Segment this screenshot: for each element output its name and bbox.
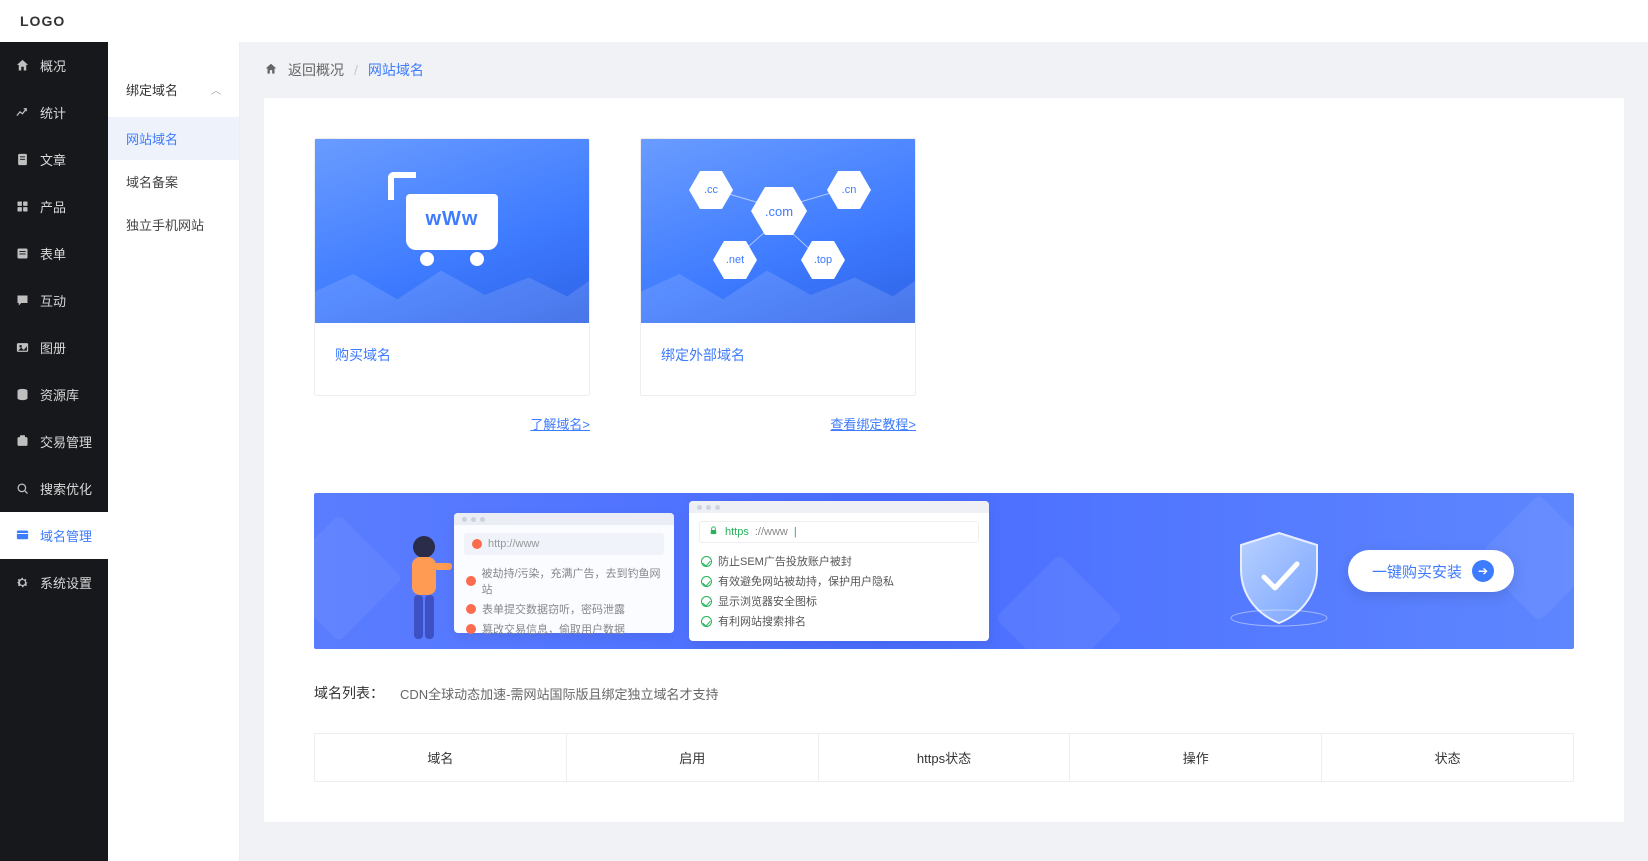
breadcrumb-current: 网站域名	[368, 60, 424, 80]
sidebar-label: 交易管理	[40, 432, 92, 451]
http-url: http://www	[488, 538, 539, 550]
col-https: https状态	[818, 734, 1070, 781]
cart-text: wWw	[406, 208, 498, 231]
sub-item-beian[interactable]: 域名备案	[108, 160, 239, 203]
arrow-right-icon: ➔	[1472, 560, 1494, 582]
sub-sidebar: 绑定域名 ︿ 网站域名 域名备案 独立手机网站	[108, 42, 240, 861]
banner-right-item: 有效避免网站被劫持，保护用户隐私	[718, 573, 894, 589]
sidebar-label: 概况	[40, 56, 66, 75]
sidebar-item-album[interactable]: 图册	[0, 324, 108, 371]
warning-icon	[472, 539, 482, 549]
topbar: LOGO	[0, 0, 1648, 42]
browser-http: http://www 被劫持/污染，充满广告，去到钓鱼网站 表单提交数据窃听，密…	[454, 513, 674, 633]
sidebar-item-form[interactable]: 表单	[0, 230, 108, 277]
https-prefix: https	[725, 526, 749, 538]
sub-item-label: 独立手机网站	[126, 218, 204, 233]
card-bind-domain[interactable]: .cc .com .cn .net .top 绑定外部域名	[640, 138, 916, 396]
col-domain: 域名	[315, 734, 566, 781]
domain-list-title: 域名列表：	[314, 683, 384, 703]
sub-group[interactable]: 绑定域名 ︿	[108, 70, 239, 117]
domain-table: 域名 启用 https状态 操作 状态	[314, 733, 1574, 782]
banner-left-item: 篡改交易信息，偷取用户数据	[482, 621, 625, 637]
link-learn-domain[interactable]: 了解域名>	[530, 417, 590, 432]
domain-list-section: 域名列表： CDN全球动态加速-需网站国际版且绑定独立域名才支持 域名 启用 h…	[314, 683, 1574, 782]
banner-right-item: 显示浏览器安全图标	[718, 593, 817, 609]
card-illustration-tld: .cc .com .cn .net .top	[641, 139, 915, 323]
https-rest: ://www	[755, 526, 788, 538]
sidebar-label: 产品	[40, 197, 66, 216]
home-icon	[14, 58, 30, 74]
sidebar-item-domain[interactable]: 域名管理	[0, 512, 108, 559]
sidebar-item-settings[interactable]: 系统设置	[0, 559, 108, 606]
shield-icon	[1224, 523, 1334, 633]
sidebar-label: 统计	[40, 103, 66, 122]
doc-icon	[14, 152, 30, 168]
card-illustration-cart: wWw	[315, 139, 589, 323]
form-icon	[14, 246, 30, 262]
sidebar-label: 搜索优化	[40, 479, 92, 498]
grid-icon	[14, 199, 30, 215]
breadcrumb-sep: /	[354, 62, 358, 78]
sidebar-item-interact[interactable]: 互动	[0, 277, 108, 324]
sidebar-item-stats[interactable]: 统计	[0, 89, 108, 136]
person-illustration	[394, 529, 454, 649]
trade-icon	[14, 434, 30, 450]
sub-item-mobile[interactable]: 独立手机网站	[108, 203, 239, 246]
banner-right-item: 防止SEM广告投放账户被封	[718, 553, 852, 569]
sidebar-label: 系统设置	[40, 573, 92, 592]
main: 返回概况 / 网站域名 wWw	[240, 42, 1648, 861]
cards-row: wWw 购买域名 了解域名>	[314, 138, 1574, 433]
sub-group-label: 绑定域名	[126, 80, 178, 99]
sub-item-label: 网站域名	[126, 132, 178, 147]
https-banner: http://www 被劫持/污染，充满广告，去到钓鱼网站 表单提交数据窃听，密…	[314, 493, 1574, 649]
sidebar-label: 互动	[40, 291, 66, 310]
browser-https: https://www| 防止SEM广告投放账户被封 有效避免网站被劫持，保护用…	[689, 501, 989, 641]
domain-icon	[14, 528, 30, 544]
banner-left-item: 被劫持/污染，充满广告，去到钓鱼网站	[482, 565, 663, 597]
sidebar-item-trade[interactable]: 交易管理	[0, 418, 108, 465]
sidebar-label: 资源库	[40, 385, 79, 404]
sidebar-item-product[interactable]: 产品	[0, 183, 108, 230]
table-header-row: 域名 启用 https状态 操作 状态	[315, 734, 1573, 781]
sidebar-item-seo[interactable]: 搜索优化	[0, 465, 108, 512]
chart-icon	[14, 105, 30, 121]
home-icon	[264, 62, 278, 79]
cta-install-button[interactable]: 一键购买安装 ➔	[1348, 550, 1514, 592]
col-enable: 启用	[566, 734, 818, 781]
card-title: 购买域名	[315, 323, 589, 395]
gear-icon	[14, 575, 30, 591]
card-buy-domain[interactable]: wWw 购买域名	[314, 138, 590, 396]
col-action: 操作	[1069, 734, 1321, 781]
chevron-up-icon: ︿	[211, 82, 221, 97]
banner-right-item: 有利网站搜索排名	[718, 613, 806, 629]
sub-item-site-domain[interactable]: 网站域名	[108, 117, 239, 160]
lock-icon	[708, 525, 719, 539]
domain-list-note: CDN全球动态加速-需网站国际版且绑定独立域名才支持	[400, 684, 719, 703]
content: wWw 购买域名 了解域名>	[264, 98, 1624, 822]
sidebar-label: 图册	[40, 338, 66, 357]
link-bind-tutorial[interactable]: 查看绑定教程>	[830, 417, 916, 432]
banner-left-item: 表单提交数据窃听，密码泄露	[482, 601, 625, 617]
album-icon	[14, 340, 30, 356]
breadcrumb-back[interactable]: 返回概况	[288, 60, 344, 80]
sidebar-item-article[interactable]: 文章	[0, 136, 108, 183]
card-title: 绑定外部域名	[641, 323, 915, 395]
logo: LOGO	[20, 13, 65, 29]
seo-icon	[14, 481, 30, 497]
sidebar-item-resource[interactable]: 资源库	[0, 371, 108, 418]
sub-item-label: 域名备案	[126, 175, 178, 190]
cta-label: 一键购买安装	[1372, 561, 1462, 582]
chat-icon	[14, 293, 30, 309]
db-icon	[14, 387, 30, 403]
col-status: 状态	[1321, 734, 1573, 781]
breadcrumb: 返回概况 / 网站域名	[240, 42, 1648, 98]
sidebar-label: 域名管理	[40, 526, 92, 545]
sidebar-label: 文章	[40, 150, 66, 169]
sidebar-item-overview[interactable]: 概况	[0, 42, 108, 89]
sidebar: 概况 统计 文章 产品 表单 互动 图册 资源库	[0, 42, 108, 861]
sidebar-label: 表单	[40, 244, 66, 263]
